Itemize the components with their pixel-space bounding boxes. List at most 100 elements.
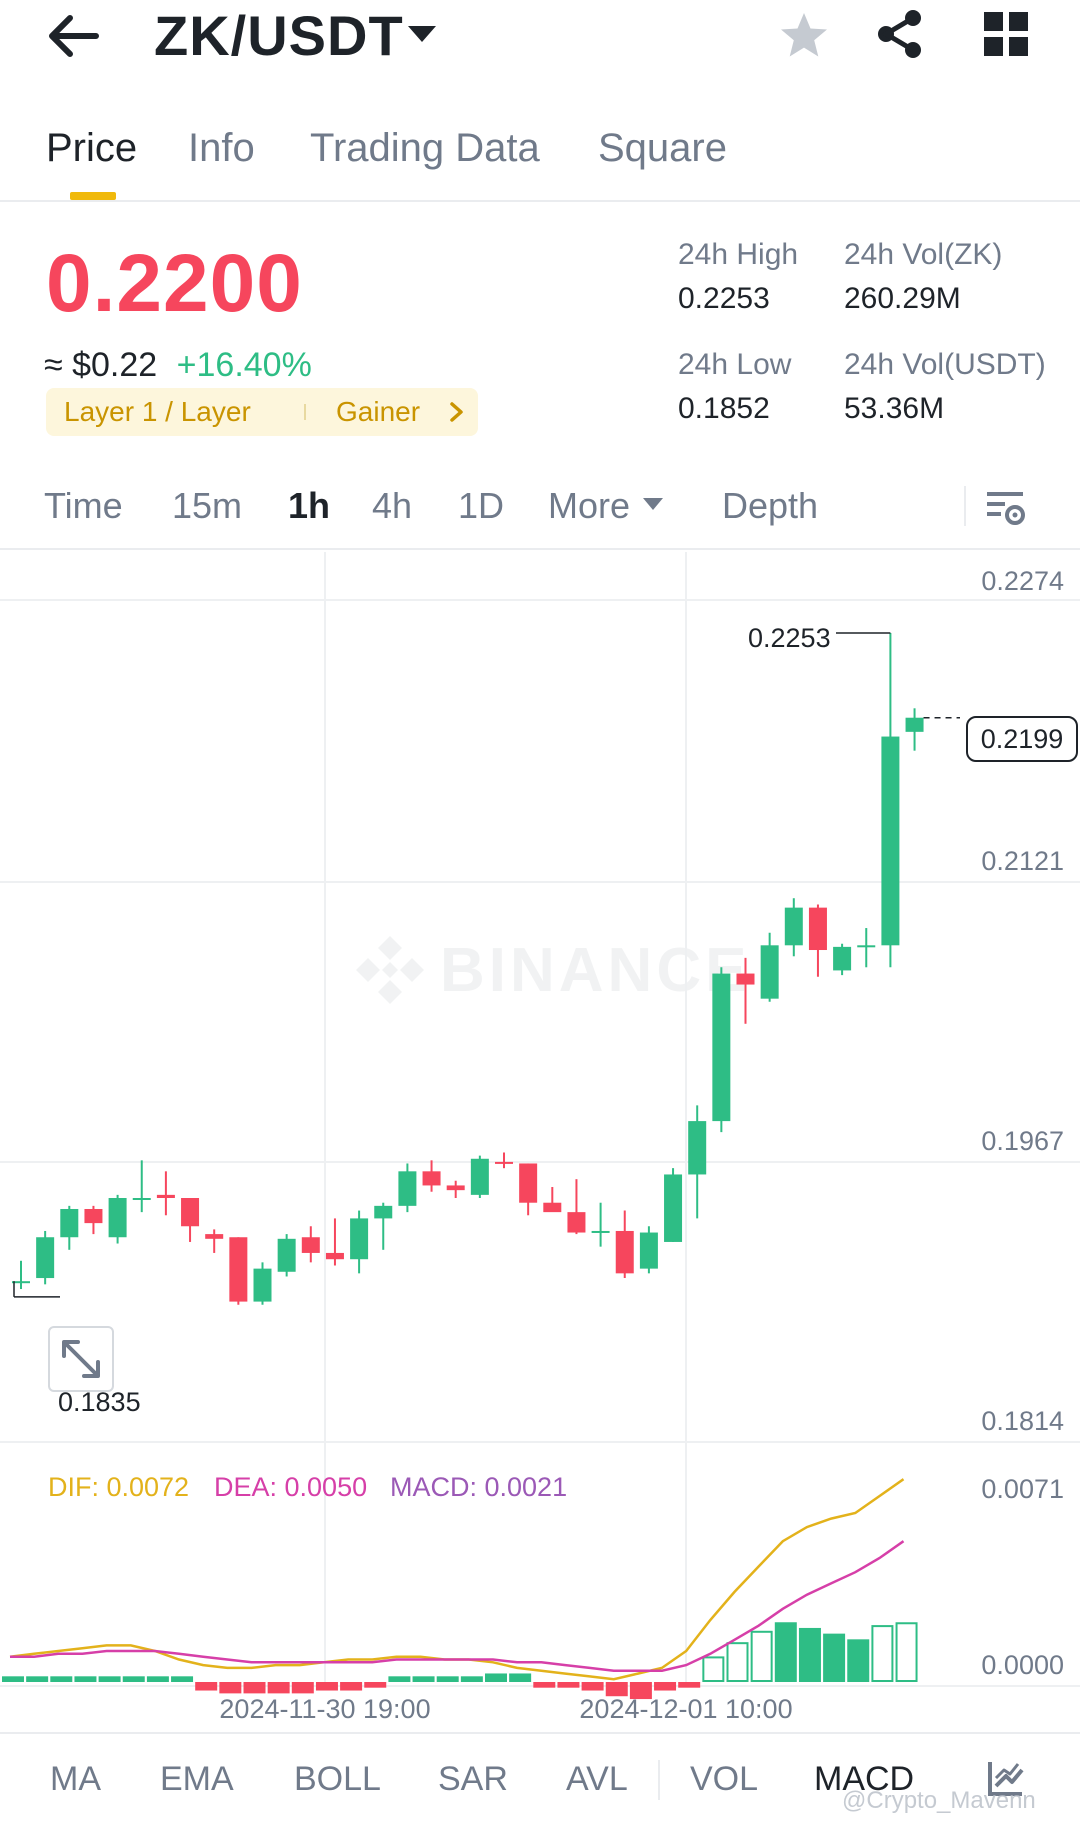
macd-bar bbox=[50, 1676, 73, 1682]
price-axis-label: 0.1814 bbox=[981, 1406, 1064, 1436]
interval-1d[interactable]: 1D bbox=[458, 484, 504, 528]
candle bbox=[567, 1179, 586, 1235]
stat-24h-high-label: 24h High bbox=[678, 238, 799, 271]
stat-24h-low-label: 24h Low bbox=[678, 348, 792, 381]
top-bar: ZK/USDT bbox=[0, 0, 1080, 80]
macd-bar bbox=[581, 1682, 604, 1691]
macd-bar bbox=[315, 1682, 338, 1691]
chevron-right-icon bbox=[450, 402, 463, 422]
candle bbox=[688, 1105, 707, 1219]
macd-bar bbox=[267, 1682, 290, 1694]
macd-bar bbox=[436, 1676, 459, 1682]
candle-body bbox=[857, 945, 876, 948]
interval-15m[interactable]: 15m bbox=[172, 484, 242, 528]
price-axis-label: 0.2121 bbox=[981, 846, 1064, 876]
indicator-avl[interactable]: AVL bbox=[566, 1758, 628, 1800]
interval-divider bbox=[964, 486, 966, 526]
indicator-ema[interactable]: EMA bbox=[160, 1758, 234, 1800]
usd-price: ≈ $0.22 bbox=[44, 346, 158, 384]
macd-bar bbox=[412, 1676, 435, 1682]
candle bbox=[253, 1262, 272, 1305]
candle-body bbox=[350, 1218, 369, 1260]
interval-1h[interactable]: 1h bbox=[288, 484, 330, 528]
more-dropdown-caret-icon[interactable] bbox=[642, 496, 664, 512]
interval-depth[interactable]: Depth bbox=[722, 484, 818, 528]
candle-body bbox=[760, 945, 779, 999]
candle-body bbox=[495, 1161, 513, 1164]
price-chart[interactable]: BINANCE 0.2274 0.2121 0.1967 0.1814 0.0071 0.… bbox=[0, 552, 1080, 1732]
candlestick-chart[interactable]: 0.2274 0.2121 0.1967 0.1814 0.0071 0.0000 2024… bbox=[0, 552, 1080, 1732]
category-tag[interactable]: Layer 1 / Layer Gainer bbox=[46, 388, 478, 436]
gainer-tag-label: Gainer bbox=[336, 396, 421, 427]
macd-dea-label: DEA: 0.0050 bbox=[214, 1472, 368, 1502]
candle-body bbox=[36, 1237, 55, 1279]
macd-bar bbox=[291, 1682, 314, 1694]
tab-square[interactable]: Square bbox=[598, 124, 727, 172]
stat-24h-vol-base-value: 260.29M bbox=[844, 282, 961, 315]
macd-bar bbox=[798, 1627, 821, 1682]
chart-settings-icon[interactable] bbox=[984, 486, 1028, 530]
candle bbox=[833, 943, 852, 976]
macd-bar bbox=[533, 1682, 556, 1688]
active-tab-indicator bbox=[70, 192, 116, 200]
interval-4h[interactable]: 4h bbox=[372, 484, 412, 528]
tab-trading-data[interactable]: Trading Data bbox=[310, 124, 540, 172]
candle bbox=[495, 1152, 513, 1169]
macd-bar bbox=[340, 1682, 363, 1691]
share-icon[interactable] bbox=[874, 8, 926, 60]
macd-bar bbox=[74, 1676, 97, 1682]
current-price-label[interactable]: 0.2199 bbox=[966, 716, 1078, 762]
macd-bar bbox=[243, 1682, 266, 1694]
tab-info[interactable]: Info bbox=[188, 124, 255, 172]
macd-dif-label: DIF: 0.0072 bbox=[48, 1472, 190, 1502]
pair-dropdown-caret-icon[interactable] bbox=[406, 22, 438, 46]
interval-more[interactable]: More bbox=[548, 484, 630, 528]
candle-body bbox=[712, 973, 731, 1122]
candle bbox=[519, 1163, 538, 1216]
candle bbox=[60, 1205, 79, 1250]
usd-price-line: ≈ $0.22 +16.40% bbox=[44, 344, 312, 386]
candles bbox=[12, 632, 924, 1305]
candle-body bbox=[905, 717, 924, 732]
candle-body bbox=[84, 1208, 103, 1224]
macd-bar bbox=[726, 1642, 749, 1683]
pair-title[interactable]: ZK/USDT bbox=[154, 4, 404, 68]
tab-price[interactable]: Price bbox=[46, 124, 137, 172]
candle-body bbox=[567, 1212, 586, 1233]
candle-body bbox=[108, 1198, 127, 1238]
macd-bar bbox=[774, 1622, 797, 1682]
candle-body bbox=[591, 1230, 610, 1233]
indicator-boll[interactable]: BOLL bbox=[294, 1758, 381, 1800]
high-price-marker: 0.2253 bbox=[748, 623, 831, 653]
expand-icon bbox=[62, 1340, 100, 1378]
last-price: 0.2200 bbox=[46, 238, 303, 329]
candle-body bbox=[205, 1234, 224, 1239]
candle-body bbox=[543, 1202, 562, 1213]
back-arrow-icon[interactable] bbox=[44, 8, 104, 64]
macd-bar bbox=[750, 1630, 773, 1682]
candle bbox=[350, 1210, 369, 1274]
candle-body bbox=[253, 1268, 272, 1302]
expand-chart-button[interactable] bbox=[48, 1326, 114, 1392]
candle-body bbox=[784, 907, 803, 946]
indicator-sar[interactable]: SAR bbox=[438, 1758, 508, 1800]
interval-bar: Time 15m 1h 4h 1D More Depth bbox=[0, 474, 1080, 550]
candle-body bbox=[808, 907, 827, 951]
favorite-star-icon[interactable] bbox=[778, 10, 830, 62]
app-grid-icon[interactable] bbox=[984, 12, 1028, 56]
interval-time[interactable]: Time bbox=[44, 484, 123, 528]
percent-change: +16.40% bbox=[176, 346, 312, 384]
macd-bar bbox=[26, 1676, 49, 1682]
candle-body bbox=[688, 1121, 707, 1175]
candle bbox=[229, 1237, 248, 1305]
macd-bar bbox=[654, 1682, 677, 1691]
candle-body bbox=[664, 1174, 683, 1242]
indicator-ma[interactable]: MA bbox=[50, 1758, 101, 1800]
candle bbox=[808, 904, 827, 977]
candle-body bbox=[301, 1237, 320, 1253]
candle bbox=[325, 1218, 344, 1266]
candle bbox=[422, 1160, 441, 1192]
macd-bar bbox=[388, 1676, 411, 1682]
indicator-vol[interactable]: VOL bbox=[690, 1758, 758, 1800]
macd-bar bbox=[678, 1682, 701, 1688]
